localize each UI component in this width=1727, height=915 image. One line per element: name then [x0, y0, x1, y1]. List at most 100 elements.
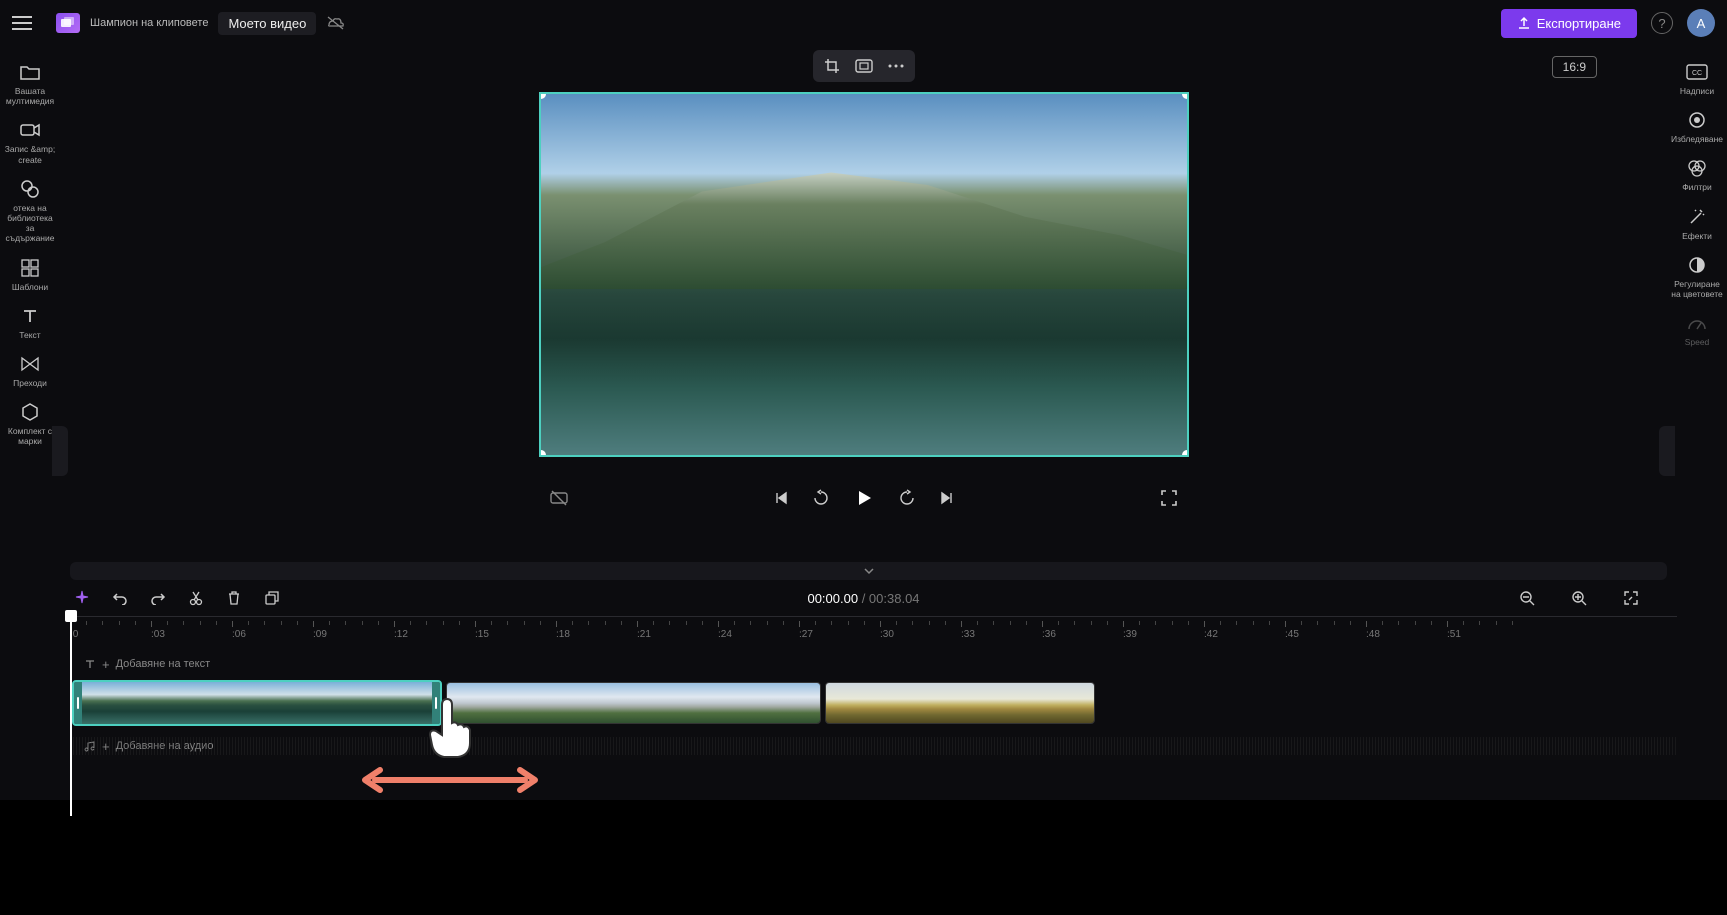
rewind-10-button[interactable] [811, 488, 831, 508]
playback-controls [539, 485, 1189, 511]
sidebar-item-transitions[interactable]: Преходи [1, 346, 59, 394]
help-button[interactable]: ? [1651, 12, 1673, 34]
text-track[interactable]: + Добавяне на текст [70, 650, 1677, 678]
contrast-icon [1685, 253, 1709, 277]
ruler-tick: :03 [151, 621, 165, 640]
more-button[interactable] [885, 55, 907, 77]
timeline-collapse-toggle[interactable] [70, 562, 1667, 580]
upload-icon [1517, 16, 1531, 30]
right-sidebar: CC Надписи Избледяване Филтри Ефекти Рег… [1667, 46, 1727, 558]
sidebar-item-templates[interactable]: Шаблони [1, 250, 59, 298]
ruler-tick: :09 [313, 621, 327, 640]
sidebar-item-text[interactable]: Текст [1, 298, 59, 346]
video-clip[interactable] [446, 682, 821, 724]
ruler-tick: :51 [1447, 621, 1461, 640]
selection-handle-tl[interactable] [539, 92, 546, 99]
sidebar-item-fade[interactable]: Избледяване [1668, 102, 1726, 150]
fade-icon [1685, 108, 1709, 132]
skip-prev-button[interactable] [771, 488, 791, 508]
timecode-display: 00:00.00 / 00:38.04 [807, 591, 919, 606]
video-clip[interactable] [825, 682, 1095, 724]
ruler-tick: :45 [1285, 621, 1299, 640]
sidebar-item-your-media[interactable]: Вашата мултимедия [1, 54, 59, 112]
sidebar-item-effects[interactable]: Ефекти [1668, 199, 1726, 247]
forward-10-button[interactable] [897, 488, 917, 508]
app-logo-icon [56, 13, 80, 33]
magic-button[interactable] [70, 586, 94, 610]
zoom-fit-button[interactable] [1619, 586, 1643, 610]
wand-icon [1685, 205, 1709, 229]
ruler-tick: :48 [1366, 621, 1380, 640]
clip-trim-handle-left[interactable] [74, 682, 82, 724]
sidebar-item-speed[interactable]: Speed [1668, 305, 1726, 353]
folder-icon [18, 60, 42, 84]
preview-area: 16:9 ↻ [60, 46, 1667, 558]
clip-trim-handle-right[interactable] [432, 682, 440, 724]
audio-track[interactable]: + Добавяне на аудио [70, 732, 1677, 760]
split-button[interactable] [184, 586, 208, 610]
camera-icon [18, 118, 42, 142]
main-area: Вашата мултимедия Запис &amp; create оте… [0, 46, 1727, 558]
fullscreen-button[interactable] [1159, 488, 1179, 508]
sidebar-item-brand-kit[interactable]: Комплект с марки [1, 394, 59, 452]
play-button[interactable] [851, 485, 877, 511]
undo-button[interactable] [108, 586, 132, 610]
zoom-out-button[interactable] [1515, 586, 1539, 610]
project-name-input[interactable]: Моето видео [218, 12, 316, 35]
gauge-icon [1685, 311, 1709, 335]
text-track-label: Добавяне на текст [116, 658, 211, 670]
ruler-tick: :36 [1042, 621, 1056, 640]
sidebar-item-captions[interactable]: CC Надписи [1668, 54, 1726, 102]
delete-button[interactable] [222, 586, 246, 610]
plus-icon: + [102, 657, 110, 672]
cc-icon: CC [1685, 60, 1709, 84]
sidebar-item-color-adjust[interactable]: Регулиране на цветовете [1668, 247, 1726, 305]
playhead[interactable] [70, 616, 72, 816]
sidebar-item-record-create[interactable]: Запис &amp; create [1, 112, 59, 170]
aspect-ratio-selector[interactable]: 16:9 [1552, 56, 1597, 78]
selection-handle-tr[interactable] [1182, 92, 1189, 99]
ruler-tick: :30 [880, 621, 894, 640]
sidebar-item-filters[interactable]: Филтри [1668, 150, 1726, 198]
cloud-sync-off-icon[interactable] [326, 15, 346, 31]
duplicate-button[interactable] [260, 586, 284, 610]
timeline-tracks: + Добавяне на текст + Добавяне на аудио [70, 650, 1677, 760]
hexagon-icon [18, 400, 42, 424]
ruler-tick: :21 [637, 621, 651, 640]
text-icon [18, 304, 42, 328]
preview-toolbar [813, 50, 915, 82]
ruler-tick: :18 [556, 621, 570, 640]
filters-icon [1685, 156, 1709, 180]
fit-button[interactable] [853, 55, 875, 77]
video-canvas[interactable]: ↻ [539, 92, 1189, 457]
selection-handle-br[interactable] [1182, 450, 1189, 457]
svg-text:CC: CC [1692, 70, 1702, 77]
redo-button[interactable] [146, 586, 170, 610]
sidebar-item-content-library[interactable]: отека на библиотека за съдържание [1, 171, 59, 250]
timeline-ruler[interactable]: :0:03:06:09:12:15:18:21:24:27:30:33:36:3… [70, 616, 1677, 646]
top-bar: Шампион на клиповете Моето видео Експорт… [0, 0, 1727, 46]
hide-clip-button[interactable] [549, 488, 569, 508]
video-track[interactable] [70, 682, 1677, 728]
library-icon [18, 177, 42, 201]
ruler-tick: :06 [232, 621, 246, 640]
audio-waveform [70, 737, 1677, 755]
user-avatar[interactable]: A [1687, 9, 1715, 37]
export-button[interactable]: Експортиране [1501, 9, 1637, 38]
crop-button[interactable] [821, 55, 843, 77]
ruler-tick: :24 [718, 621, 732, 640]
drag-arrow-annotation [360, 765, 540, 795]
left-sidebar: Вашата мултимедия Запис &amp; create оте… [0, 46, 60, 558]
right-panel-expand-handle[interactable] [1659, 426, 1675, 476]
ruler-tick: :15 [475, 621, 489, 640]
selection-handle-bl[interactable] [539, 450, 546, 457]
menu-button[interactable] [12, 10, 38, 36]
timeline-toolbar: 00:00.00 / 00:38.04 [0, 580, 1727, 616]
ruler-tick: :42 [1204, 621, 1218, 640]
video-clip[interactable] [72, 680, 442, 726]
zoom-in-button[interactable] [1567, 586, 1591, 610]
ruler-tick: :12 [394, 621, 408, 640]
skip-next-button[interactable] [937, 488, 957, 508]
app-name: Шампион на клиповете [90, 17, 208, 29]
text-icon [84, 658, 96, 670]
